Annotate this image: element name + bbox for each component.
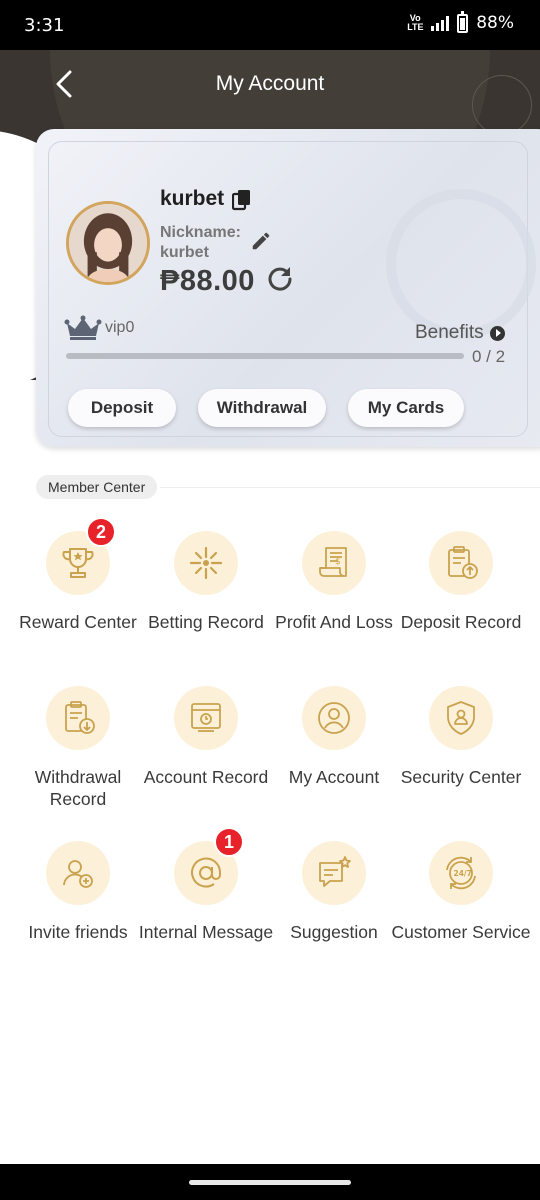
suggestion-icon (319, 856, 351, 887)
vip-progress-bar (66, 353, 464, 359)
battery-icon (457, 10, 469, 33)
member-center-title: Member Center (36, 475, 158, 499)
menu-item-label: Account Record (143, 767, 269, 787)
benefits-link[interactable]: Benefits (415, 322, 505, 344)
notification-badge: 2 (86, 517, 116, 547)
nickname-value: kurbet (160, 244, 209, 261)
deposit-button[interactable]: Deposit (68, 389, 176, 427)
crown-icon (64, 315, 102, 340)
user-icon (318, 702, 350, 734)
withdrawal-button[interactable]: Withdrawal (198, 389, 326, 427)
home-gesture-pill[interactable] (189, 1180, 351, 1185)
nickname: Nickname: kurbet (160, 223, 241, 263)
menu-item-label: Customer Service (391, 922, 531, 942)
avatar[interactable] (66, 201, 150, 285)
edit-icon[interactable] (250, 230, 272, 252)
avatar-image (69, 204, 147, 282)
card-watermark (386, 189, 536, 339)
support-24-7-icon: 24/7 (446, 856, 476, 890)
withdrawal-record-icon (65, 701, 95, 734)
svg-text:24/7: 24/7 (454, 869, 472, 878)
menu-item-label: Betting Record (148, 612, 264, 632)
arrow-right-icon (489, 325, 505, 341)
status-icons: Vo LTE 88% (407, 10, 514, 33)
battery-percent: 88% (476, 13, 514, 33)
account-card: kurbet Nickname: kurbet ₱88.00 vip0 Bene… (36, 129, 540, 447)
divider (160, 487, 540, 488)
menu-item-label: Invite friends (28, 922, 128, 942)
balance-amount: ₱88.00 (160, 265, 255, 297)
shield-icon (447, 701, 475, 735)
menu-item-label: Suggestion (290, 922, 378, 942)
at-sign-icon (191, 857, 222, 888)
account-record-icon (191, 703, 221, 732)
notification-badge: 1 (214, 827, 244, 857)
system-navigation-bar (0, 1164, 540, 1200)
deposit-record-icon (448, 546, 478, 579)
trophy-icon (62, 548, 94, 578)
signal-icon (431, 15, 450, 31)
copy-icon[interactable] (232, 189, 252, 211)
vip-progress-text: 0 / 2 (472, 347, 506, 366)
nickname-label: Nickname: (160, 224, 241, 241)
menu-item-label: Deposit Record (400, 612, 522, 632)
vip-level: vip0 (105, 319, 135, 336)
page-title: My Account (215, 72, 325, 95)
invite-icon (63, 860, 93, 888)
benefits-label: Benefits (415, 322, 484, 343)
volte-indicator: Vo LTE (407, 13, 424, 32)
menu-item-label: Security Center (400, 767, 522, 787)
betting-icon (189, 546, 223, 580)
menu-item-label: Internal Message (138, 922, 274, 942)
refresh-icon[interactable] (266, 265, 294, 293)
svg-text:$: $ (335, 557, 341, 567)
menu-item-label: Reward Center (19, 612, 137, 632)
status-time: 3:31 (24, 15, 65, 36)
status-bar: 3:31 Vo LTE 88% (0, 0, 540, 50)
my-cards-button[interactable]: My Cards (348, 389, 464, 427)
profit-loss-icon: $ (319, 547, 347, 577)
menu-item-label: My Account (288, 767, 380, 787)
menu-item-label: Withdrawal Record (34, 767, 122, 809)
menu-item-label: Profit And Loss (275, 612, 393, 632)
username: kurbet (160, 187, 225, 210)
